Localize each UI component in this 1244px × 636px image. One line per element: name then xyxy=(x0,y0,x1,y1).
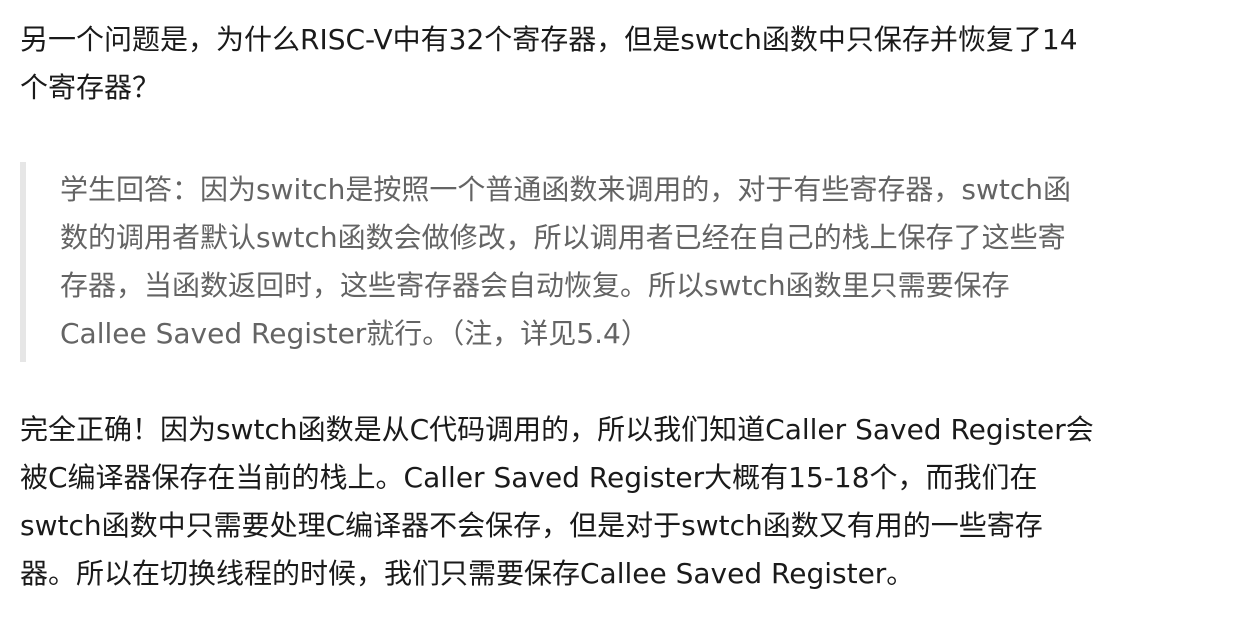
student-answer-quote: 学生回答：因为switch是按照一个普通函数来调用的，对于有些寄存器，swtch… xyxy=(20,162,1220,362)
question-line-2: 个寄存器？ xyxy=(20,71,161,104)
explanation-line-1: 完全正确！因为swtch函数是从C代码调用的，所以我们知道Caller Save… xyxy=(20,413,1094,446)
quote-line-3: 存器，当函数返回时，这些寄存器会自动恢复。所以swtch函数里只需要保存 xyxy=(60,269,1010,302)
explanation-line-3: swtch函数中只需要处理C编译器不会保存，但是对于swtch函数又有用的一些寄… xyxy=(20,509,1043,542)
explanation-line-2: 被C编译器保存在当前的栈上。Caller Saved Register大概有15… xyxy=(20,461,1038,494)
quote-line-2: 数的调用者默认swtch函数会做修改，所以调用者已经在自己的栈上保存了这些寄 xyxy=(60,221,1066,254)
quote-line-1: 学生回答：因为switch是按照一个普通函数来调用的，对于有些寄存器，swtch… xyxy=(60,173,1071,206)
explanation-line-4: 器。所以在切换线程的时候，我们只需要保存Callee Saved Registe… xyxy=(20,557,915,590)
question-line-1: 另一个问题是，为什么RISC-V中有32个寄存器，但是swtch函数中只保存并恢… xyxy=(20,23,1078,56)
explanation-paragraph: 完全正确！因为swtch函数是从C代码调用的，所以我们知道Caller Save… xyxy=(20,406,1220,598)
article-page: 另一个问题是，为什么RISC-V中有32个寄存器，但是swtch函数中只保存并恢… xyxy=(0,0,1244,636)
quote-line-4: Callee Saved Register就行。（注，详见5.4） xyxy=(60,317,649,350)
question-paragraph: 另一个问题是，为什么RISC-V中有32个寄存器，但是swtch函数中只保存并恢… xyxy=(20,16,1220,112)
